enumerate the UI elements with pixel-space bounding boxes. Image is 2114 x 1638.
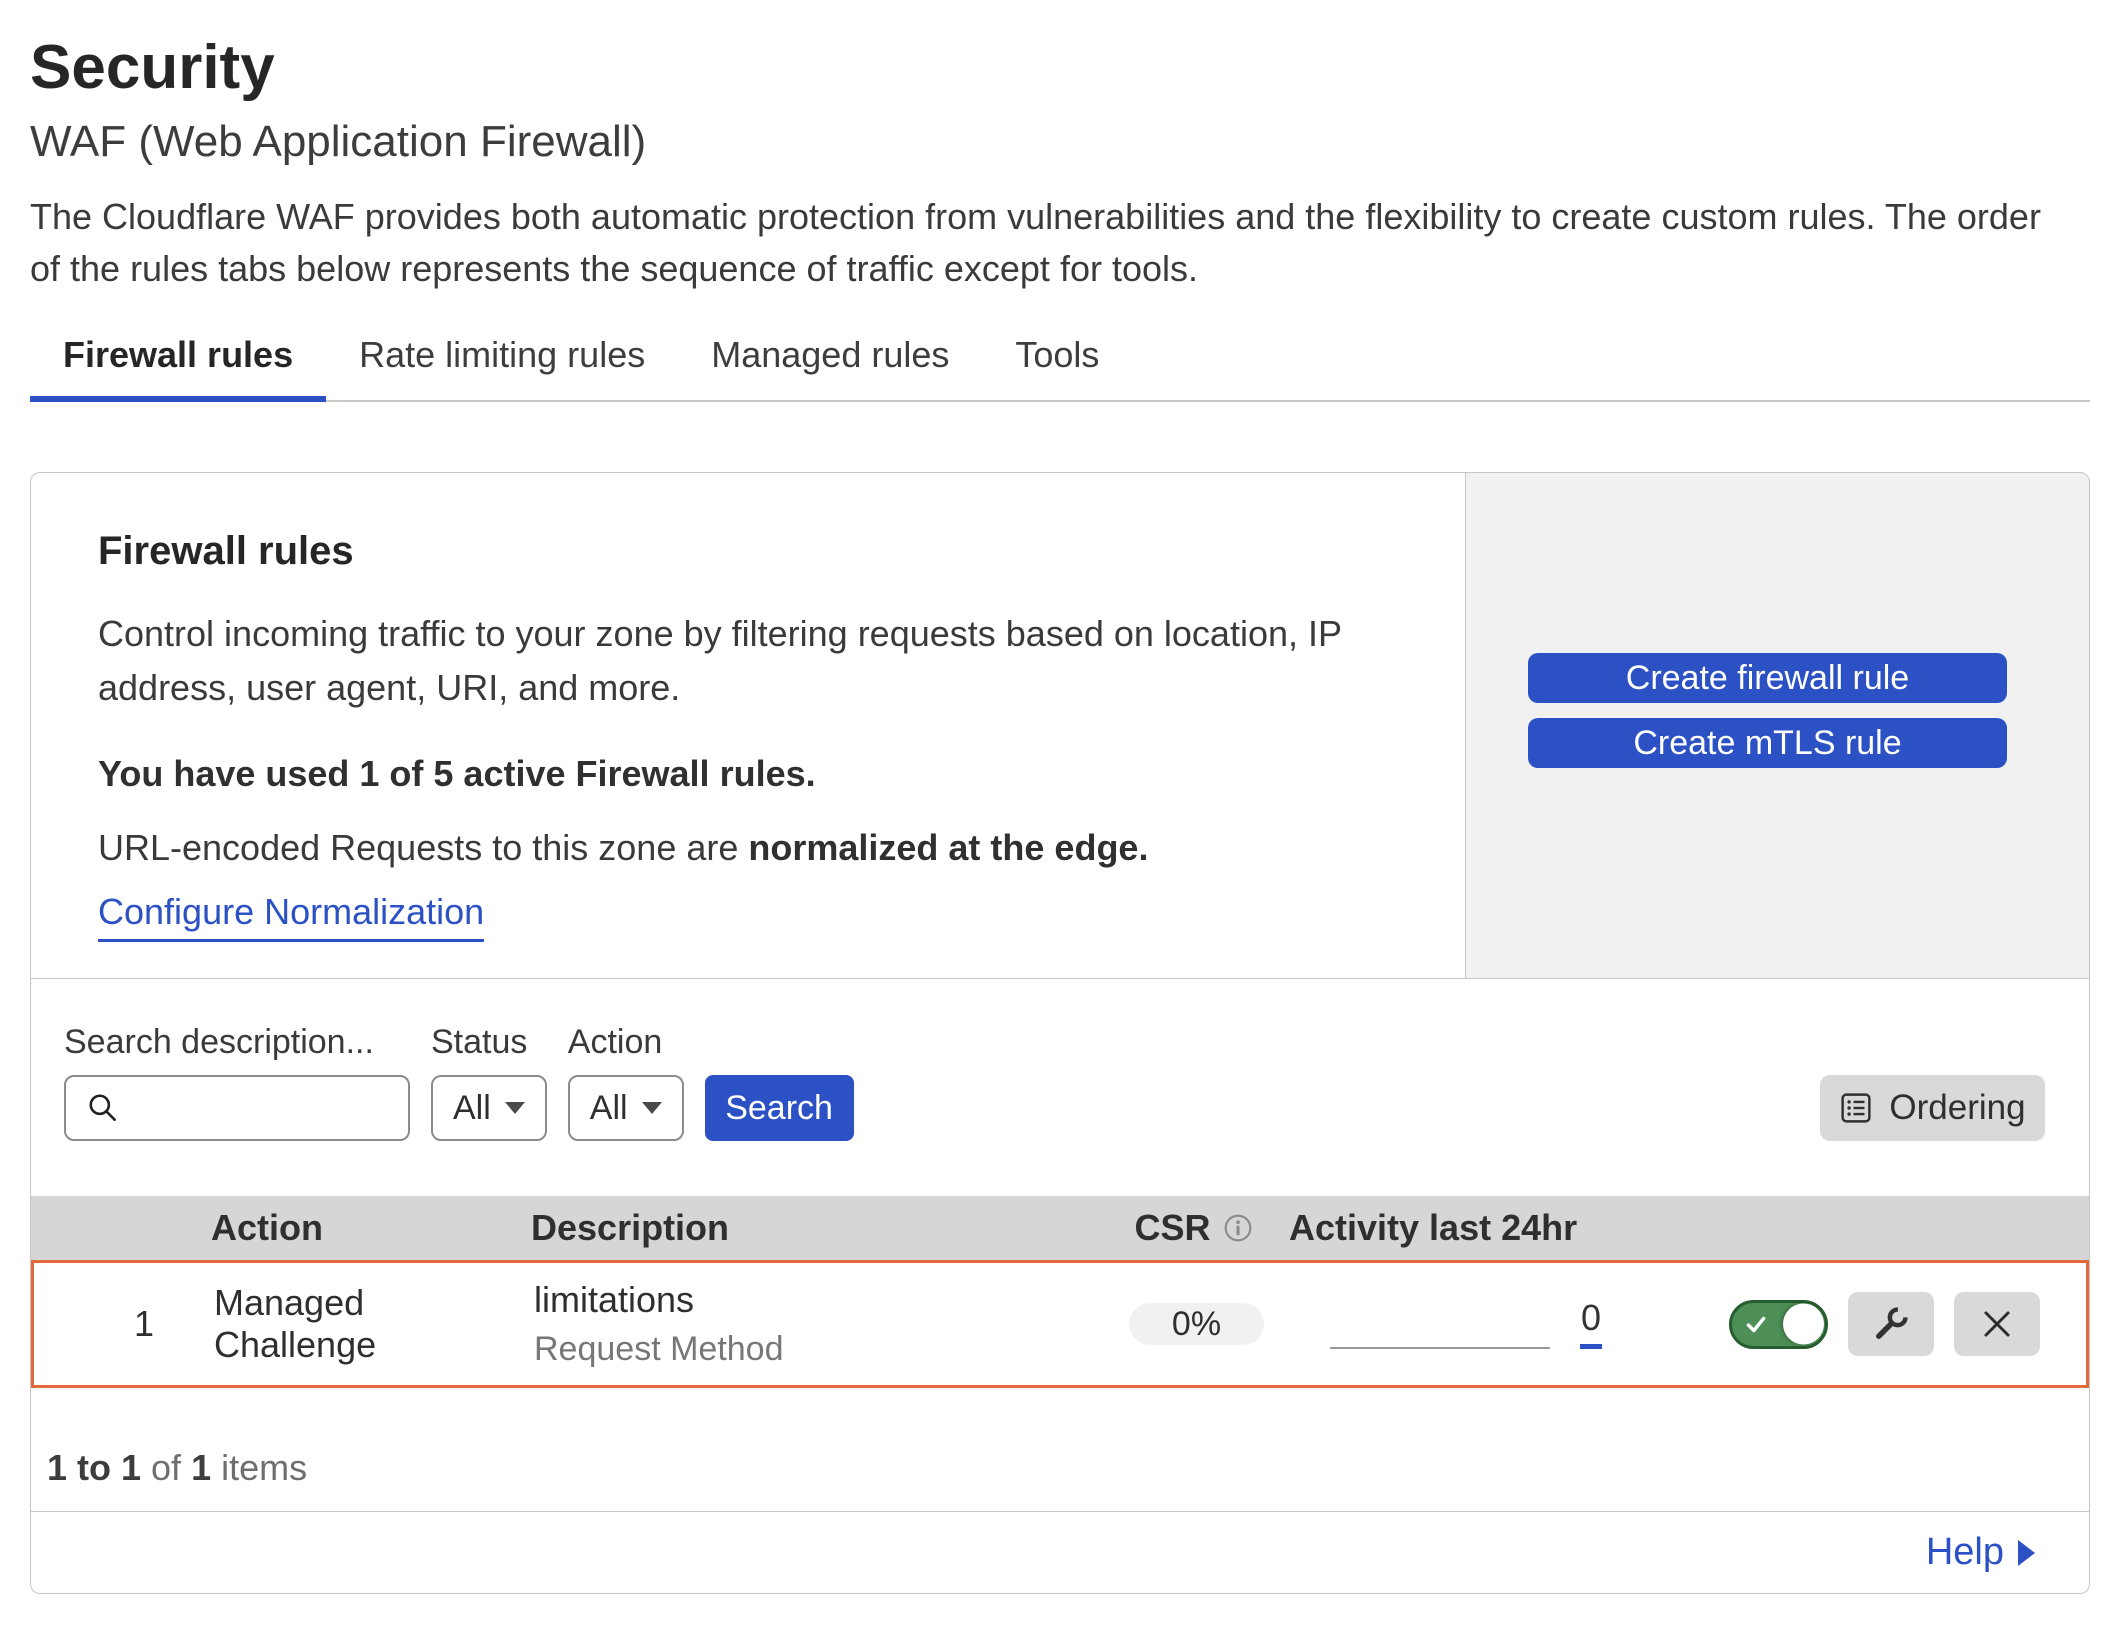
status-label: Status [431,1025,547,1059]
info-icon[interactable] [1223,1213,1253,1243]
tab-rate-limiting-rules[interactable]: Rate limiting rules [326,325,678,401]
header-csr-label: CSR [1134,1207,1210,1249]
tab-firewall-rules[interactable]: Firewall rules [30,325,326,401]
firewall-rules-info: Firewall rules Control incoming traffic … [31,473,1465,978]
activity-sparkline [1330,1347,1550,1349]
waf-tab-bar: Firewall rules Rate limiting rules Manag… [30,325,2090,403]
normalization-text: URL-encoded Requests to this zone are no… [98,821,1425,875]
chevron-down-icon [642,1102,662,1114]
activity-count: 0 [1581,1300,1601,1336]
search-button[interactable]: Search [705,1075,854,1141]
card-heading: Firewall rules [98,529,1425,573]
pagination-summary: 1 to 1 of 1 items [31,1388,2089,1511]
pagination-total: 1 [191,1447,211,1489]
ordering-button[interactable]: Ordering [1820,1075,2045,1141]
rule-index: 1 [34,1303,214,1345]
pagination-items: items [211,1447,307,1489]
normalization-bold: normalized at the edge. [748,827,1148,868]
rule-controls [1674,1292,2086,1356]
search-label: Search description... [64,1025,410,1059]
status-group: Status All [431,1025,547,1141]
card-top-section: Firewall rules Control incoming traffic … [31,473,2089,979]
table-row: 1 Managed Challenge limitations Request … [31,1260,2089,1388]
page-description: The Cloudflare WAF provides both automat… [30,191,2070,295]
action-group: Action All [568,1025,684,1141]
search-input[interactable] [132,1089,408,1128]
check-icon [1743,1311,1769,1337]
help-link[interactable]: Help [1926,1531,2004,1574]
tab-managed-rules[interactable]: Managed rules [678,325,982,401]
wrench-icon [1871,1304,1911,1344]
search-group: Search description... [64,1025,410,1141]
filter-bar: Search description... Status All Action [31,979,2089,1196]
table-header: Action Description CSR Activity last 24h… [31,1196,2089,1260]
toggle-knob [1783,1304,1824,1345]
search-box[interactable] [64,1075,410,1141]
search-icon [86,1091,120,1125]
rule-description-cell: limitations Request Method [534,1278,1109,1370]
usage-text: You have used 1 of 5 active Firewall rul… [98,747,1425,801]
rule-csr-cell: 0% [1109,1303,1284,1345]
create-mtls-rule-button[interactable]: Create mTLS rule [1528,718,2007,768]
card-description: Control incoming traffic to your zone by… [98,607,1425,715]
header-csr: CSR [1106,1207,1281,1249]
header-activity: Activity last 24hr [1281,1207,1671,1249]
header-action: Action [211,1207,531,1249]
tab-tools[interactable]: Tools [982,325,1132,401]
header-description: Description [531,1207,1106,1249]
pagination-of: of [141,1447,191,1489]
rule-action: Managed Challenge [214,1282,534,1366]
create-rule-panel: Create firewall rule Create mTLS rule [1465,473,2089,978]
edit-rule-button[interactable] [1848,1292,1934,1356]
action-select[interactable]: All [568,1075,684,1141]
page-subtitle: WAF (Web Application Firewall) [30,116,2090,169]
rule-description: limitations [534,1278,1109,1321]
activity-count-underline [1580,1344,1602,1349]
csr-badge: 0% [1129,1303,1264,1345]
page-title: Security [30,34,2090,102]
activity-count-link[interactable]: 0 [1580,1300,1602,1349]
ordering-button-label: Ordering [1889,1088,2025,1128]
close-icon [1977,1304,2017,1344]
firewall-rules-card: Firewall rules Control incoming traffic … [30,472,2090,1594]
status-select-value: All [453,1089,491,1128]
rule-activity-cell: 0 [1284,1263,1674,1385]
status-select[interactable]: All [431,1075,547,1141]
chevron-down-icon [505,1102,525,1114]
security-waf-page: Security WAF (Web Application Firewall) … [0,34,2114,1594]
rule-description-sub: Request Method [534,1329,1109,1370]
configure-normalization-link[interactable]: Configure Normalization [98,885,484,942]
chevron-right-icon [2018,1540,2035,1566]
ordered-list-icon [1839,1091,1873,1125]
delete-rule-button[interactable] [1954,1292,2040,1356]
rule-enabled-toggle[interactable] [1729,1300,1828,1349]
create-firewall-rule-button[interactable]: Create firewall rule [1528,653,2007,703]
action-select-value: All [590,1089,628,1128]
action-label: Action [568,1025,684,1059]
normalization-prefix: URL-encoded Requests to this zone are [98,827,748,868]
pagination-range: 1 to 1 [47,1447,141,1489]
help-row: Help [31,1511,2089,1593]
